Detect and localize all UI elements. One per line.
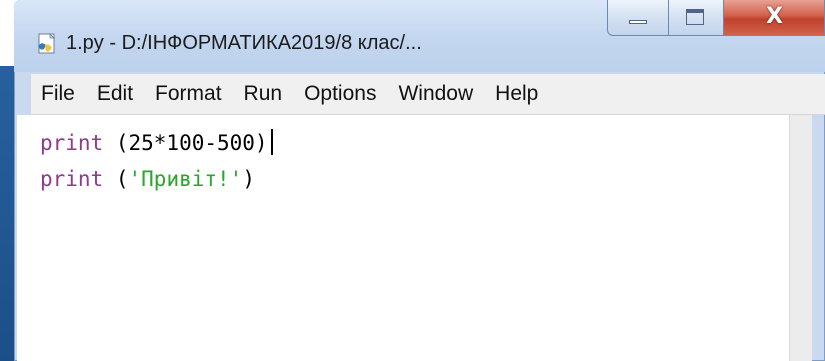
title-bar[interactable]: 1.py - D:/ІНФОРМАТИКА2019/8 клас/... X — [14, 0, 825, 72]
menu-file[interactable]: File — [31, 82, 86, 106]
code-editor[interactable]: print (25*100-500) print ('Привіт!') — [17, 115, 811, 361]
window-title: 1.py - D:/ІНФОРМАТИКА2019/8 клас/... — [66, 32, 422, 54]
minimize-icon — [629, 20, 647, 24]
python-file-icon — [38, 33, 55, 54]
menu-window[interactable]: Window — [387, 82, 484, 106]
minimize-button[interactable] — [607, 0, 669, 36]
text-cursor — [270, 129, 273, 155]
menu-help[interactable]: Help — [484, 82, 549, 106]
code-line-1[interactable]: print (25*100-500) — [40, 129, 273, 155]
menu-run[interactable]: Run — [233, 82, 294, 106]
code-line-2[interactable]: print ('Привіт!') — [40, 167, 255, 191]
keyword-print: print — [40, 131, 104, 155]
menu-bar: File Edit Format Run Options Window Help — [31, 74, 825, 115]
vertical-scrollbar[interactable] — [789, 115, 812, 361]
code-paren-close: ) — [242, 167, 255, 191]
menu-format[interactable]: Format — [144, 82, 233, 106]
close-icon: X — [766, 4, 783, 29]
menu-options[interactable]: Options — [293, 82, 387, 106]
code-expression: (25*100-500) — [103, 131, 268, 155]
code-string-literal: 'Привіт!' — [128, 167, 243, 191]
keyword-print: print — [40, 167, 104, 191]
maximize-icon — [686, 9, 704, 25]
menu-edit[interactable]: Edit — [86, 82, 144, 106]
close-button[interactable]: X — [724, 0, 825, 36]
maximize-button[interactable] — [669, 0, 724, 36]
code-paren-open: ( — [103, 167, 129, 191]
